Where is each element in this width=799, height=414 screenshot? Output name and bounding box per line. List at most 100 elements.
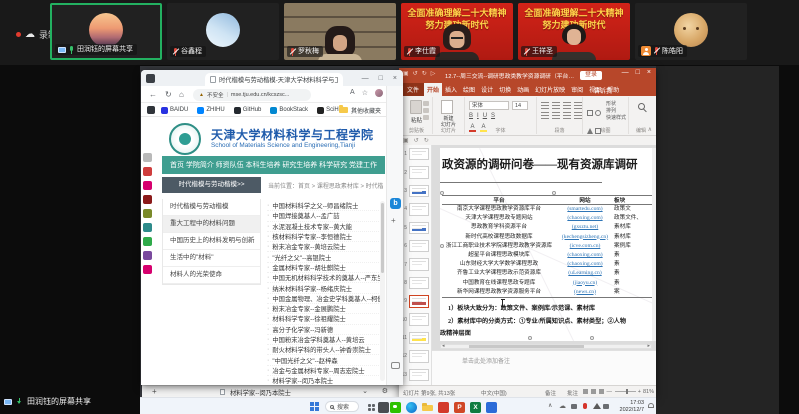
share-icon[interactable] (143, 181, 152, 190)
sidebar-add-icon[interactable]: + (391, 216, 396, 225)
vertical-scrollbar[interactable] (652, 148, 656, 341)
video-tile[interactable]: 谷鑫程 (167, 3, 279, 60)
background-tab-title[interactable]: 材料学家--闵乃本院士 (230, 388, 291, 397)
save-icon[interactable]: ▣ (403, 137, 409, 144)
font-style-button[interactable]: I (477, 113, 479, 119)
article-link[interactable]: · 中国材料科学之父--师昌绪院士 (267, 201, 381, 211)
pinned-app-icon[interactable] (486, 402, 497, 413)
nav-item[interactable]: 科学研究 (319, 160, 347, 170)
slide-thumbnail[interactable]: 2 (399, 163, 431, 181)
excel-icon[interactable]: X (470, 402, 481, 413)
nav-item[interactable]: 学院简介 (186, 160, 214, 170)
refresh-button[interactable]: ↻ (165, 89, 172, 100)
favorite-favicon-only[interactable] (147, 106, 155, 114)
tell-me-button[interactable]: 告诉我 (594, 86, 612, 395)
favorite-star-icon[interactable]: ☆ (362, 89, 368, 97)
ribbon-tab[interactable]: 动画 (514, 83, 532, 96)
slide[interactable]: 政资源的调研问卷——现有资源库调研 平台 网站 板块 南京大学课程思政教学资源库… (440, 148, 652, 341)
horizontal-scrollbar[interactable]: ◂ ▸ (440, 344, 652, 349)
article-link[interactable]: · 中国无机材料科学技术的奠基人--严东生院士 (267, 273, 381, 283)
share-icon[interactable] (143, 153, 152, 162)
close-button[interactable]: × (647, 69, 651, 76)
share-icon[interactable] (143, 265, 152, 274)
selection-handle[interactable] (440, 191, 444, 195)
notes-panel[interactable]: 单击此处添加备注 (432, 350, 656, 385)
language-label[interactable]: 中文(中国) (481, 389, 507, 397)
tray-icon[interactable] (571, 404, 577, 409)
article-link[interactable]: · 纳米材料科学家--杨绪庆院士 (267, 283, 381, 293)
article-link[interactable]: · "中国光纤之父"--赵梓森 (267, 355, 381, 365)
article-link[interactable]: · "光纤之父"--高锟院士 (267, 252, 381, 262)
chat-icon[interactable] (391, 362, 400, 369)
slide-thumbnail[interactable]: 13 (399, 366, 431, 384)
nav-item[interactable]: 首页 (170, 160, 184, 170)
paragraph-buttons[interactable] (541, 102, 582, 119)
save-icon[interactable]: ▣ (403, 70, 409, 77)
slide-thumbnail[interactable]: 3 (399, 182, 431, 200)
browser-tab[interactable]: 时代楷模与劳动楷模-天津大学材料科学与工程学院 (205, 73, 343, 86)
redo-icon[interactable]: ↻ (422, 70, 427, 77)
share-icon[interactable] (143, 195, 152, 204)
new-slide-icon[interactable] (441, 100, 453, 114)
taskbar-search[interactable]: 搜索 (325, 401, 359, 412)
nav-item[interactable]: 党建工作 (349, 160, 377, 170)
resource-table[interactable]: 平台 网站 板块 南京大学课程思政教学资源库平台 (smartedu.com) … (442, 195, 652, 298)
scrollbar-thumb[interactable] (469, 345, 584, 348)
scroll-left-icon[interactable]: ◂ (442, 344, 445, 349)
slide-thumbnail[interactable]: 6 (399, 237, 431, 255)
powerpoint-icon[interactable]: P (454, 402, 465, 413)
nav-item[interactable]: 本科生培养 (245, 160, 280, 170)
notification-bell-icon[interactable] (648, 403, 654, 408)
favorite-item[interactable]: ZHIHU (197, 107, 224, 114)
share-button[interactable]: 共享 (629, 86, 648, 395)
undo-icon[interactable]: ↺ (413, 70, 418, 77)
favorite-item[interactable]: BookStack (270, 107, 308, 114)
tray-expand-icon[interactable]: ∧ (548, 402, 552, 409)
new-tab-icon[interactable]: + (152, 387, 157, 396)
selection-handle[interactable] (440, 244, 444, 248)
comments-toggle[interactable]: 批注 (567, 389, 578, 397)
article-link[interactable]: · 金属材料专家--胡壮麒院士 (267, 263, 381, 273)
sign-in-button[interactable]: 登录 (580, 71, 602, 80)
article-link[interactable]: · 耐火材料学科的带头人--钟香崇院士 (267, 345, 381, 355)
pinned-app-icon[interactable] (378, 402, 389, 413)
sidebar-menu-item[interactable]: 生活中的"材料" (163, 250, 260, 267)
onedrive-icon[interactable]: ☁ (559, 401, 566, 412)
sidebar-menu-item[interactable]: 材料人的光荣使命 (163, 267, 260, 284)
page-scrollbar[interactable] (380, 201, 385, 381)
ribbon-tab[interactable]: 设计 (478, 83, 496, 96)
slide-thumbnail[interactable]: 4 (399, 200, 431, 218)
share-icon[interactable] (143, 251, 152, 260)
article-link[interactable]: · 冶金与金属材料专家--周志宏院士 (267, 366, 381, 376)
ribbon-tab[interactable]: 插入 (442, 83, 460, 96)
sidebar-menu-item[interactable]: 重大工程中的材料问题 (163, 216, 260, 233)
article-link[interactable]: · 高分子化学家--冯新德 (267, 325, 381, 335)
workspace-icon[interactable] (146, 74, 155, 83)
taskbar-clock[interactable]: 17:03 2022/12/7 (612, 400, 644, 413)
slide-thumbnail[interactable]: 10 (399, 311, 431, 329)
maximize-button[interactable]: □ (379, 75, 383, 82)
background-browser-window[interactable]: + 材料学家--闵乃本院士 ⌄ ⚙ (142, 385, 402, 397)
slide-thumbnail[interactable]: 7 (399, 255, 431, 273)
share-icon[interactable] (143, 167, 152, 176)
file-explorer-icon[interactable] (422, 402, 433, 413)
article-link[interactable]: · 粉末冶金专家--金展鹏院士 (267, 304, 381, 314)
selection-handle[interactable] (552, 191, 556, 195)
article-link[interactable]: · 材料学家--闵乃本院士 (267, 376, 381, 385)
slide-thumbnail[interactable]: 12 (399, 347, 431, 365)
slide-thumbnail[interactable]: 5 (399, 219, 431, 237)
font-style-button[interactable]: U (483, 113, 487, 119)
video-tile[interactable]: 罗秋梅 (284, 3, 396, 60)
article-link[interactable]: · 中国粉末冶金学科奠基人--黄培云 (267, 335, 381, 345)
article-link[interactable]: · 粉末冶金专家--黄培云院士 (267, 242, 381, 252)
undo-icon[interactable]: ↺ (414, 137, 419, 144)
other-favorites-label[interactable]: 其他收藏夹 (351, 106, 381, 115)
sidebar-menu-item[interactable]: 中国历史上的材料发明与创新 (163, 233, 260, 250)
nav-item[interactable]: 师资队伍 (216, 160, 244, 170)
article-link[interactable]: · 核材料科学专家--李恒德院士 (267, 232, 381, 242)
font-style-button[interactable]: B (469, 113, 473, 119)
chevron-down-icon[interactable]: ⌄ (362, 387, 368, 395)
share-icon[interactable] (143, 237, 152, 246)
video-tile-sharer[interactable]: 田润钰的屏幕共享 (50, 3, 162, 60)
favorite-item[interactable]: BAIDU (161, 107, 188, 114)
